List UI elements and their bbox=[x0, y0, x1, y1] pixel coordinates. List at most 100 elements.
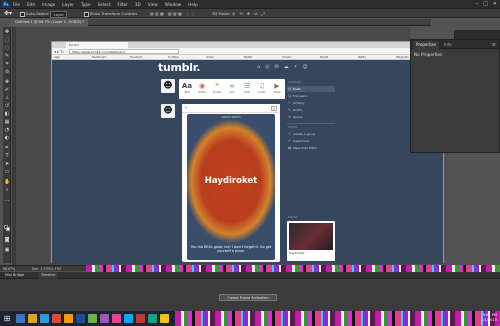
blur-tool-icon[interactable]: ◔ bbox=[4, 127, 10, 133]
create-frame-animation-button[interactable]: Create Frame Animation bbox=[219, 294, 277, 301]
post-type-bar: Aa Text ◉ Photo ❝ Quote ∞ Link ☰ Chat ♫ Audio … bbox=[179, 79, 285, 99]
post-type-audio: ♫ Audio bbox=[255, 81, 269, 98]
utorrent-icon[interactable] bbox=[88, 314, 97, 323]
radar-card: Haydiroket bbox=[287, 221, 335, 261]
camera-icon: ◉ bbox=[198, 82, 206, 90]
sidebar-item-customize: ✐ Customize bbox=[288, 139, 309, 143]
browser-nav-icons: ◂ ▸ ↻ bbox=[54, 49, 64, 54]
posts-icon: ▤ bbox=[288, 87, 292, 91]
menu-help[interactable]: Help bbox=[188, 1, 198, 8]
background-color-swatch[interactable] bbox=[6, 227, 10, 231]
menu-image[interactable]: Image bbox=[42, 1, 55, 8]
zoom-tool-icon[interactable]: ⌕ bbox=[4, 187, 10, 193]
account-icon: ☺ bbox=[302, 64, 308, 70]
options-bar: ✥▾ Auto-Select: Layer Show Transform Con… bbox=[0, 9, 500, 18]
chrome-icon[interactable] bbox=[52, 314, 61, 323]
menu-edit[interactable]: Edit bbox=[27, 1, 35, 8]
quick-mask-icon[interactable]: ◙ bbox=[4, 237, 10, 243]
dodge-tool-icon[interactable]: ◐ bbox=[4, 135, 10, 141]
menu-file[interactable]: File bbox=[13, 1, 20, 8]
close-icon[interactable]: ✕ bbox=[493, 1, 497, 8]
document-tab[interactable]: Untitled-1 @ 66.7% (Layer 1, RGB/8) * bbox=[11, 19, 88, 26]
app-icon[interactable] bbox=[112, 314, 121, 323]
show-transform-checkbox[interactable] bbox=[84, 11, 89, 17]
type-tool-icon[interactable]: T bbox=[4, 153, 10, 159]
eraser-tool-icon[interactable]: ◧ bbox=[4, 111, 10, 117]
tab-properties[interactable]: Properties bbox=[413, 41, 440, 49]
radar-header: RADAR bbox=[288, 216, 297, 219]
menu-items: File Edit Image Layer Type Select Filter… bbox=[13, 1, 198, 8]
menu-type[interactable]: Type bbox=[81, 1, 91, 8]
show-transform-label: Show Transform Controls bbox=[90, 11, 138, 16]
document-tab-bar: Untitled-1 @ 66.7% (Layer 1, RGB/8) * bbox=[11, 19, 431, 26]
menu-view[interactable]: View bbox=[148, 1, 158, 8]
artwork-image: ARTIST SERIES Haydiroket You did REAL go… bbox=[187, 114, 275, 260]
clone-stamp-tool-icon[interactable]: ⊥ bbox=[4, 95, 10, 101]
history-brush-tool-icon[interactable]: ↺ bbox=[4, 103, 10, 109]
3d-mode-buttons[interactable]: ◎ ⟲ ✥ ⇄ ⤢ bbox=[232, 9, 266, 18]
menu-select[interactable]: Select bbox=[98, 1, 111, 8]
timeline-tab-bar: Mini Bridge Timeline bbox=[0, 272, 500, 279]
sidebar-item-queue: ≡ Queue bbox=[288, 115, 303, 119]
avatar: ☻ bbox=[161, 104, 175, 118]
move-tool-icon[interactable]: ✥ bbox=[4, 29, 10, 35]
auto-select-dropdown[interactable]: Layer bbox=[50, 10, 68, 18]
crop-tool-icon[interactable]: ⌗ bbox=[4, 61, 10, 67]
start-button-icon[interactable]: ⊞ bbox=[2, 313, 12, 324]
sidebar-item-followers: ☺ Followers bbox=[288, 94, 308, 98]
maximize-icon[interactable]: □ bbox=[483, 1, 488, 8]
skype-icon[interactable] bbox=[40, 314, 49, 323]
lasso-tool-icon[interactable]: ◌ bbox=[4, 45, 10, 51]
pen-tool-icon[interactable]: ✒ bbox=[4, 145, 10, 151]
photoshop-taskbar-icon[interactable] bbox=[76, 314, 85, 323]
menu-filter[interactable]: Filter bbox=[117, 1, 127, 8]
show-transform-option[interactable]: Show Transform Controls bbox=[84, 9, 137, 18]
screen-mode-icon[interactable]: ▣ bbox=[4, 247, 10, 253]
glitch-artifact bbox=[175, 311, 500, 326]
menu-3d[interactable]: 3D bbox=[135, 1, 141, 8]
video-icon: ▶ bbox=[274, 82, 280, 90]
url-field: https://www.tumblr.com/dashboard bbox=[69, 49, 179, 54]
panel-menu-icon[interactable]: ≡ bbox=[492, 41, 496, 49]
brush-tool-icon[interactable]: ✐ bbox=[4, 87, 10, 93]
app-icon[interactable] bbox=[148, 314, 157, 323]
headphones-icon: ♫ bbox=[258, 82, 266, 90]
folder-icon[interactable] bbox=[28, 314, 37, 323]
path-selection-tool-icon[interactable]: ➤ bbox=[4, 161, 10, 167]
gradient-tool-icon[interactable]: ▦ bbox=[4, 119, 10, 125]
auto-select-checkbox[interactable] bbox=[20, 11, 25, 17]
menu-layer[interactable]: Layer bbox=[62, 1, 74, 8]
move-tool-icon[interactable]: ✥▾ bbox=[4, 10, 14, 17]
app-icon[interactable] bbox=[100, 314, 109, 323]
tab-timeline[interactable]: Timeline bbox=[38, 272, 59, 279]
align-buttons[interactable]: ▤▥▦ ▧▨▩ ⋮⋮ bbox=[150, 9, 197, 18]
sidebar-divider bbox=[287, 123, 335, 124]
explore-icon: ◎ bbox=[265, 64, 270, 70]
hand-tool-icon[interactable]: ✋ bbox=[4, 179, 10, 185]
post-type-link: ∞ Link bbox=[225, 81, 239, 98]
system-clock[interactable]: 3:04 PM 1/1/2015 bbox=[481, 313, 497, 323]
window-controls: – □ ✕ bbox=[476, 1, 497, 8]
brush-icon: ✐ bbox=[288, 139, 291, 143]
explorer-icon[interactable] bbox=[16, 314, 25, 323]
photoshop-logo-icon: Ps bbox=[2, 1, 10, 8]
tab-info[interactable]: Info bbox=[441, 41, 455, 49]
artwork-caption: You did REAL good, kid! I won't forget i… bbox=[190, 245, 272, 254]
app-icon[interactable] bbox=[136, 314, 145, 323]
menu-window[interactable]: Window bbox=[165, 1, 182, 8]
chat-icon: ☰ bbox=[243, 82, 251, 90]
quick-select-tool-icon[interactable]: ✎ bbox=[4, 53, 10, 59]
eyedropper-tool-icon[interactable]: ⊘ bbox=[4, 69, 10, 75]
marquee-tool-icon[interactable]: ⬚ bbox=[4, 37, 10, 43]
app-icon[interactable] bbox=[160, 314, 169, 323]
minimize-icon[interactable]: – bbox=[476, 1, 479, 8]
vlc-icon[interactable] bbox=[64, 314, 73, 323]
tab-mini-bridge[interactable]: Mini Bridge bbox=[2, 272, 27, 279]
auto-select-option[interactable]: Auto-Select: Layer bbox=[20, 9, 68, 18]
properties-panel: Properties Info ≡ No Properties bbox=[410, 39, 500, 153]
auto-select-label: Auto-Select: bbox=[26, 11, 50, 16]
shape-tool-icon[interactable]: ▭ bbox=[4, 169, 10, 175]
healing-brush-tool-icon[interactable]: ✚ bbox=[4, 79, 10, 85]
app-icon[interactable] bbox=[124, 314, 133, 323]
more-tools-icon[interactable]: … bbox=[4, 197, 10, 203]
